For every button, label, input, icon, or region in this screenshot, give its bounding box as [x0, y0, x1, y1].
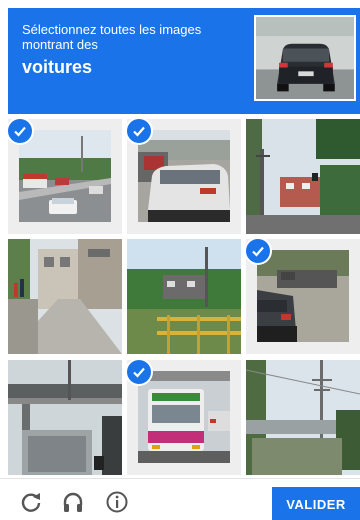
- grid-tile[interactable]: [246, 119, 360, 234]
- verify-button[interactable]: VALIDER: [272, 487, 360, 520]
- tile-image: [8, 239, 122, 354]
- tile-image: [138, 130, 230, 222]
- captcha-frame: Sélectionnez toutes les images montrant …: [8, 8, 360, 478]
- grid-tile[interactable]: [8, 119, 122, 234]
- grid-tile[interactable]: [127, 239, 241, 354]
- selected-check-icon: [246, 239, 270, 263]
- grid-tile[interactable]: [246, 239, 360, 354]
- image-grid: [8, 119, 360, 475]
- tile-image: [246, 360, 360, 475]
- selected-check-icon: [127, 360, 151, 384]
- reload-icon[interactable]: [18, 489, 44, 515]
- instruction-line-1: Sélectionnez toutes les images: [22, 22, 202, 37]
- grid-tile[interactable]: [8, 239, 122, 354]
- grid-tile[interactable]: [127, 119, 241, 234]
- selected-check-icon: [127, 119, 151, 143]
- target-object-label: voitures: [22, 57, 93, 77]
- tile-image: [19, 130, 111, 222]
- grid-tile[interactable]: [127, 360, 241, 475]
- tile-image: [246, 119, 360, 234]
- audio-challenge-icon[interactable]: [60, 489, 86, 515]
- info-icon[interactable]: [104, 489, 130, 515]
- captcha-header: Sélectionnez toutes les images montrant …: [8, 8, 360, 114]
- grid-tile[interactable]: [8, 360, 122, 475]
- instruction-line-2: montrant des: [22, 37, 98, 52]
- tile-image: [257, 250, 349, 342]
- tile-image: [138, 371, 230, 463]
- captcha-footer: VALIDER: [0, 478, 360, 520]
- tile-image: [8, 360, 122, 475]
- selected-check-icon: [8, 119, 32, 143]
- tile-image: [127, 239, 241, 354]
- grid-tile[interactable]: [246, 360, 360, 475]
- sample-image: [254, 15, 356, 101]
